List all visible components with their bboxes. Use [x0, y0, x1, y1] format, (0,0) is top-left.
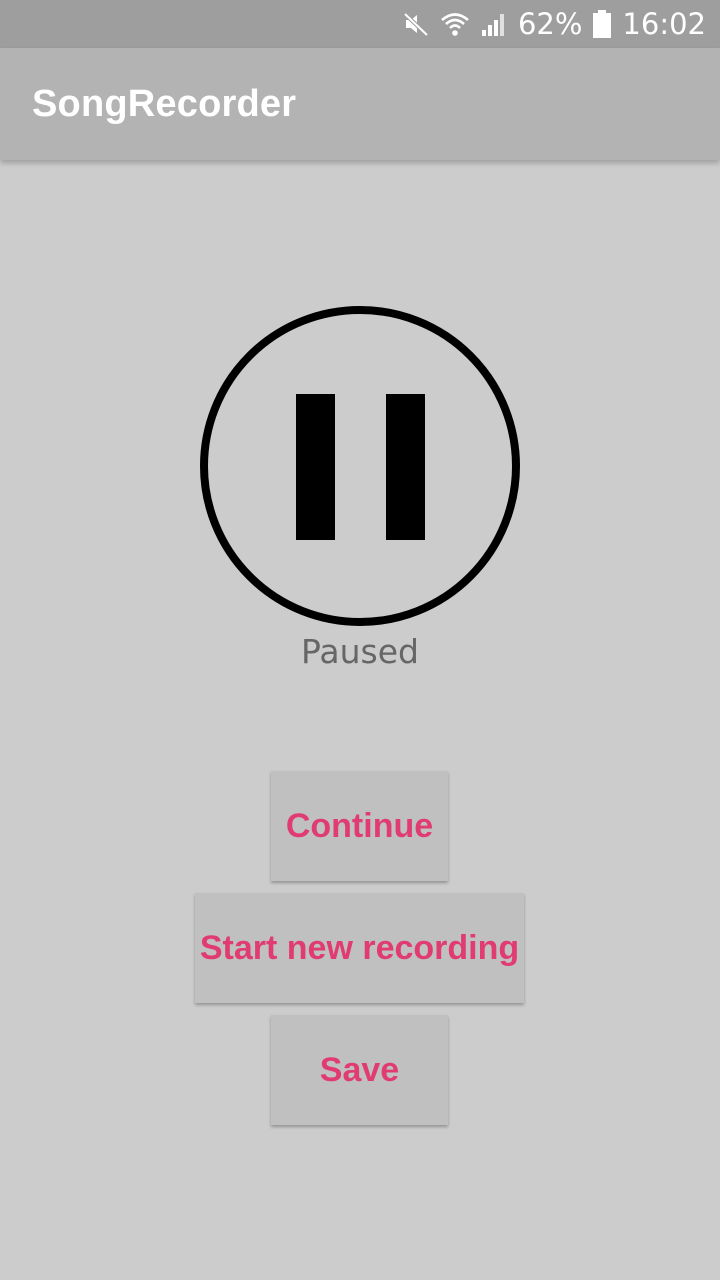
app-bar: SongRecorder: [0, 48, 720, 160]
battery-icon: [592, 9, 612, 39]
continue-button[interactable]: Continue: [271, 771, 448, 881]
recorder-screen: 62% 16:02 SongRecorder Paused Continue S…: [0, 0, 720, 1280]
mute-icon: [402, 10, 430, 38]
wifi-icon: [440, 10, 470, 38]
recording-status-label: Paused: [301, 632, 419, 671]
signal-icon: [480, 10, 508, 38]
clock: 16:02: [622, 7, 706, 41]
start-new-recording-button[interactable]: Start new recording: [195, 893, 524, 1003]
status-bar: 62% 16:02: [0, 0, 720, 48]
battery-percent: 62%: [517, 7, 583, 41]
save-button[interactable]: Save: [271, 1015, 448, 1125]
app-title: SongRecorder: [32, 83, 297, 125]
status-icons: 62% 16:02: [402, 0, 706, 48]
pause-icon[interactable]: [200, 306, 520, 626]
